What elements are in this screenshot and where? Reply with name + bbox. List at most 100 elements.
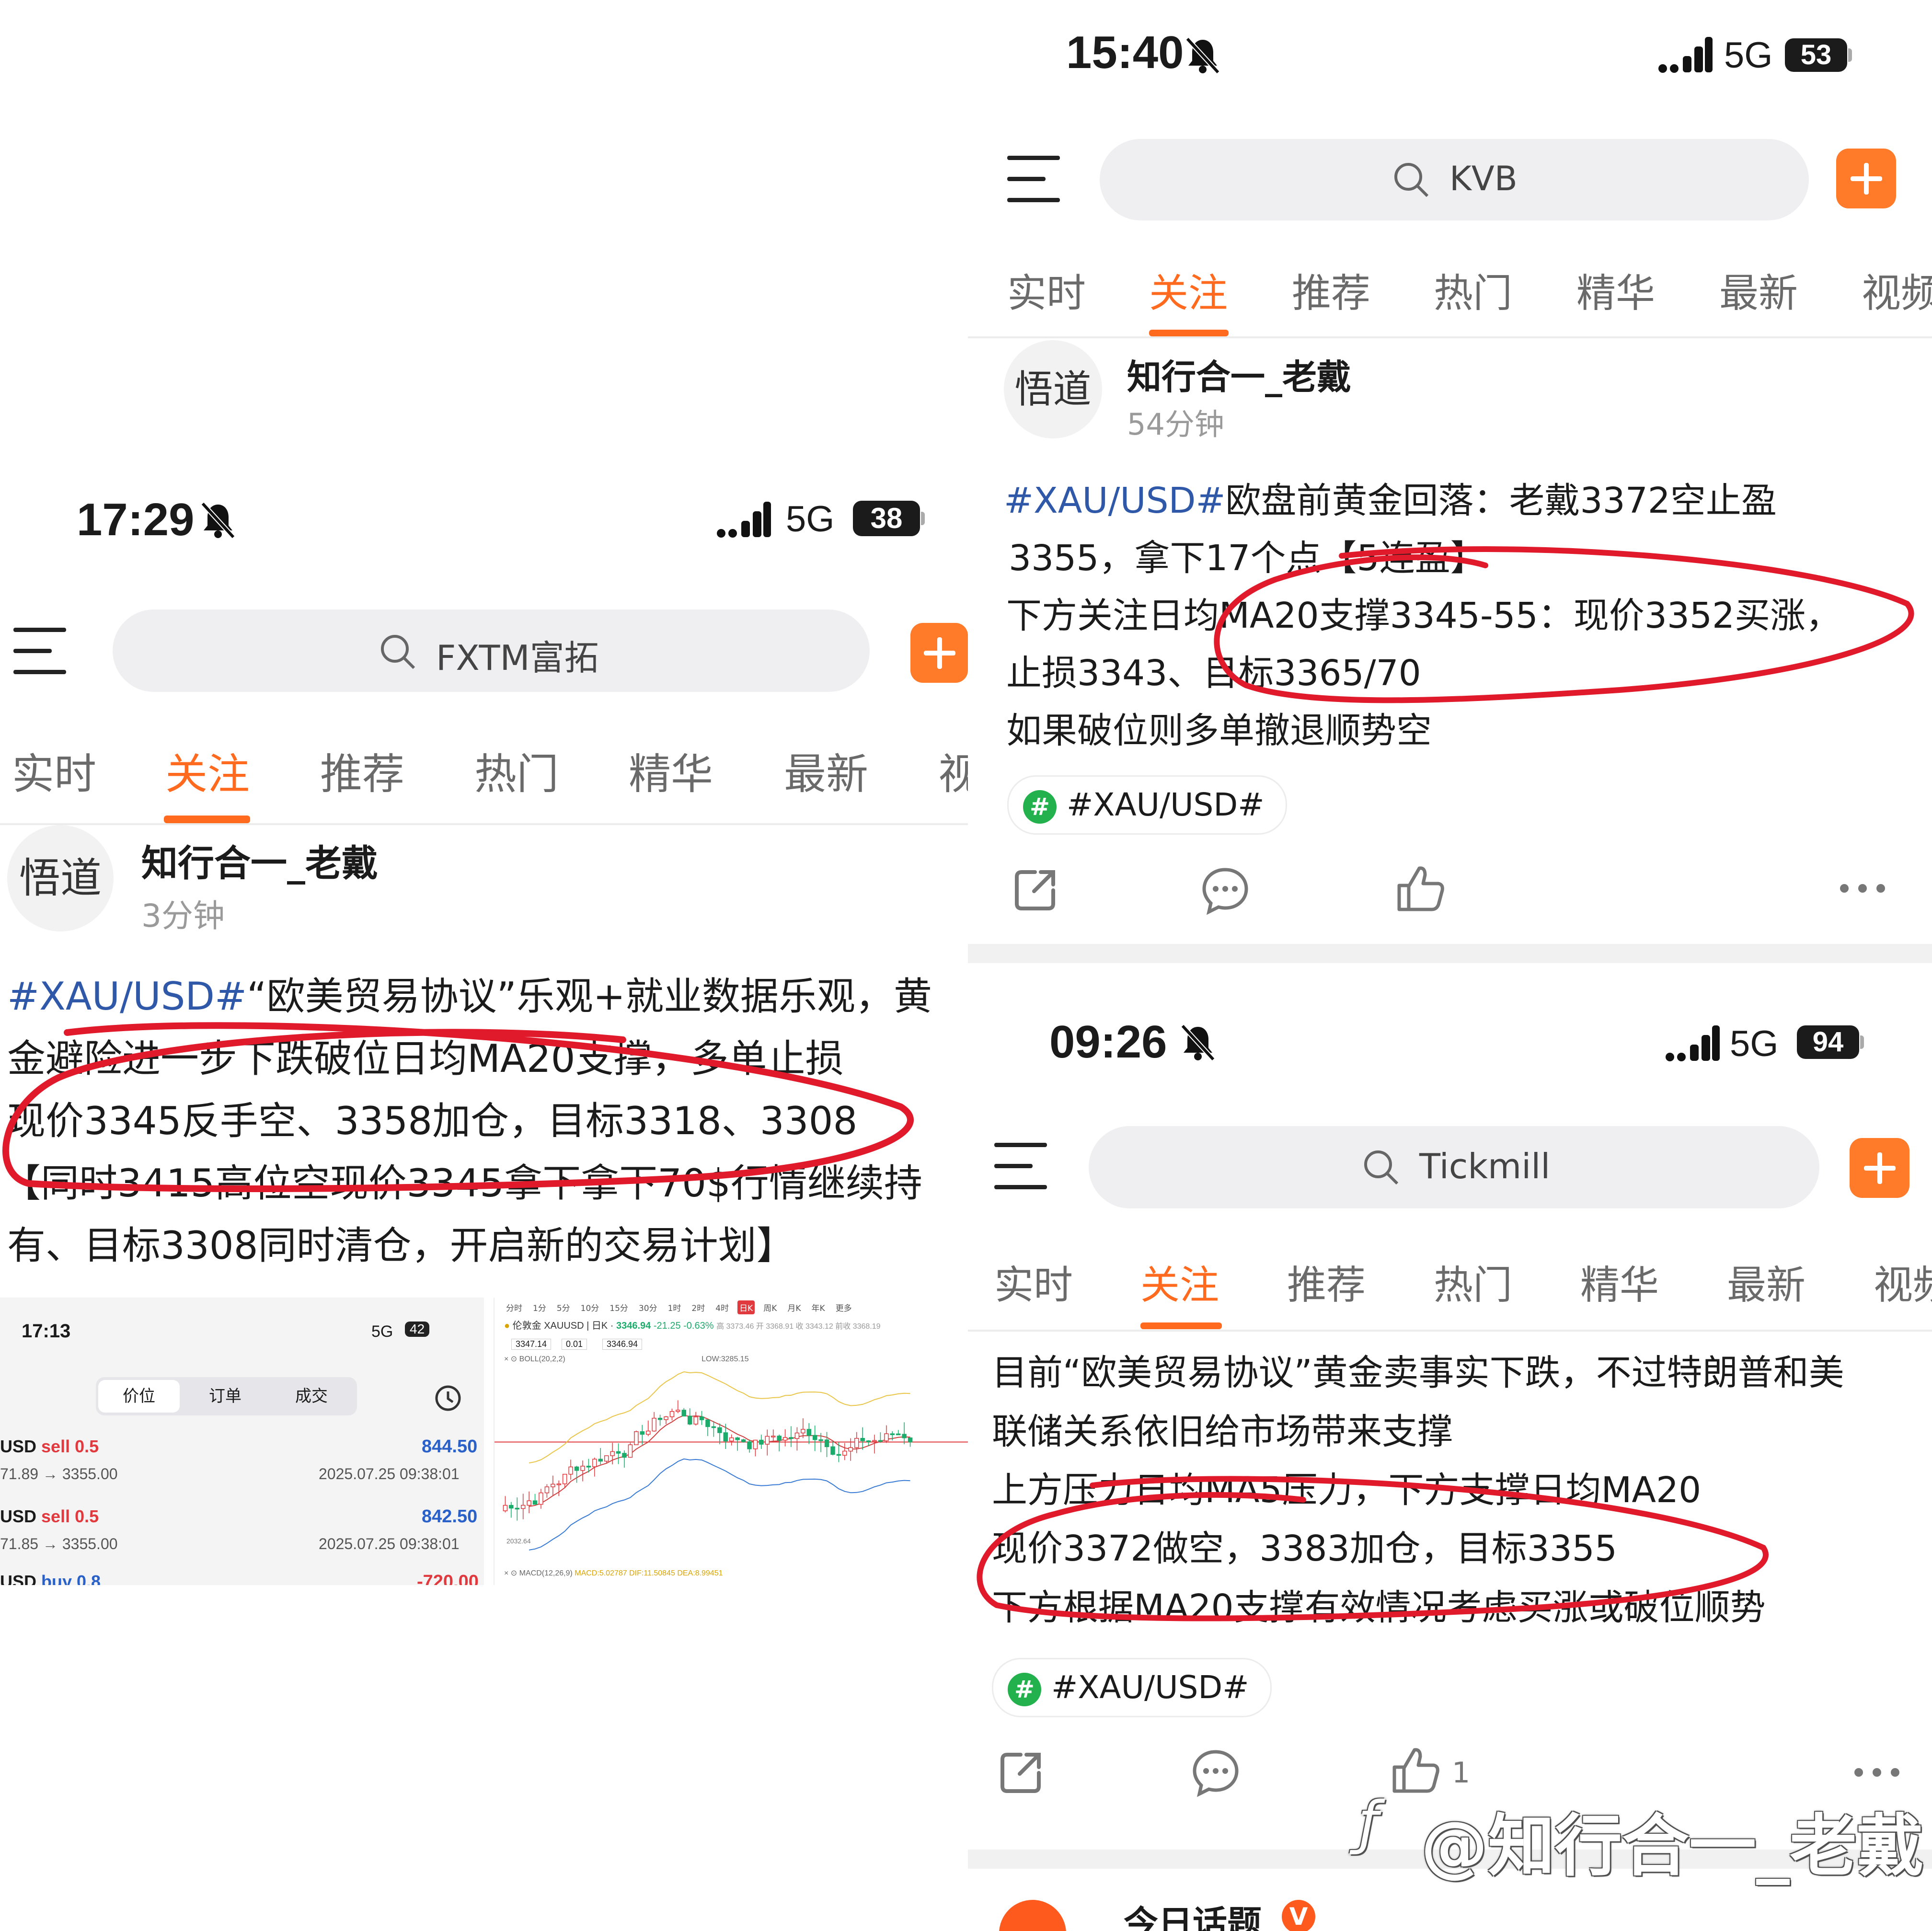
status-time: 17:29: [77, 494, 195, 545]
candle-body: [860, 1438, 865, 1441]
tab-realtime[interactable]: 实时: [994, 1253, 1073, 1310]
topic-tag[interactable]: # #XAU/USD#: [992, 1658, 1272, 1717]
menu-icon[interactable]: [13, 628, 66, 676]
watermark-text: @知行合一_老戴: [1421, 1807, 1924, 1885]
chart-input-1[interactable]: 3347.14: [511, 1339, 552, 1350]
author-name[interactable]: 知行合一_老戴: [1127, 349, 1351, 399]
order-1-time: 2025.07.25 09:38:01: [319, 1465, 460, 1483]
like-icon[interactable]: [1394, 862, 1447, 915]
tab-latest[interactable]: 最新: [1719, 261, 1798, 318]
candle-body: [580, 1466, 585, 1471]
red-annotation-ellipse: [1214, 546, 1914, 703]
timeframe-1[interactable]: 1分: [531, 1300, 548, 1314]
timeframe-5[interactable]: 30分: [637, 1300, 659, 1314]
post-time: 54分钟: [1127, 407, 1224, 442]
search-bar[interactable]: FXTM富拓: [113, 609, 870, 692]
add-button[interactable]: [1850, 1138, 1909, 1198]
like-icon[interactable]: [1390, 1744, 1442, 1797]
timeframe-6[interactable]: 1时: [666, 1300, 683, 1314]
topic-tag[interactable]: # #XAU/USD#: [1007, 775, 1287, 835]
candle-body: [574, 1466, 579, 1471]
candle-body: [872, 1440, 877, 1442]
tab-following[interactable]: 关注: [165, 740, 250, 801]
timeframe-2[interactable]: 5分: [555, 1300, 572, 1314]
timeframe-8[interactable]: 4时: [713, 1300, 731, 1314]
menu-icon[interactable]: [994, 1143, 1047, 1191]
network-label: 5G: [786, 499, 835, 540]
clock-icon[interactable]: [434, 1384, 462, 1413]
candlestick-chart[interactable]: [494, 1365, 968, 1556]
order-3-amount: -720.00: [417, 1572, 479, 1585]
timeframe-11[interactable]: 月K: [785, 1300, 803, 1314]
candle-body: [878, 1440, 883, 1442]
author-avatar[interactable]: 悟道: [7, 825, 114, 931]
embedded-chart-screenshot[interactable]: 分时 1分 5分 10分 15分 30分 1时 2时 4时 日K 周K 月K 年K 更多 ● 伦敦金 XA…: [494, 1298, 968, 1585]
timeframe-9[interactable]: 日K: [737, 1300, 755, 1314]
candle-body: [634, 1431, 639, 1445]
signal-icon: [717, 502, 771, 538]
panel-separator: [968, 944, 1932, 963]
candle-body: [515, 1507, 520, 1510]
embedded-trade-screenshot[interactable]: 17:13 5G 42 价位 订单 成交 USD sell 0.5 844.50…: [0, 1298, 484, 1585]
tab-recommended[interactable]: 推荐: [1287, 1253, 1366, 1310]
post-hashtag[interactable]: #XAU/USD#: [1004, 480, 1226, 521]
timeframe-0[interactable]: 分时: [504, 1300, 524, 1314]
tab-recommended[interactable]: 推荐: [1292, 261, 1370, 318]
timeframe-10[interactable]: 周K: [761, 1300, 779, 1314]
tab-video[interactable]: 视: [938, 740, 968, 801]
tab-video[interactable]: 视频: [1874, 1253, 1932, 1310]
tab-recommended[interactable]: 推荐: [320, 740, 404, 801]
candle-body: [890, 1433, 895, 1435]
tab-hot[interactable]: 热门: [1434, 261, 1512, 318]
share-icon[interactable]: [997, 1749, 1045, 1797]
tab-video[interactable]: 视频: [1862, 261, 1932, 318]
tab-latest[interactable]: 最新: [1727, 1253, 1806, 1310]
mini-tab-deals[interactable]: 成交: [276, 1380, 347, 1413]
author-name[interactable]: 知行合一_老戴: [141, 834, 378, 886]
topic-avatar[interactable]: [999, 1900, 1066, 1931]
tab-featured[interactable]: 精华: [629, 740, 713, 801]
timeframe-13[interactable]: 更多: [834, 1300, 854, 1314]
next-item-title[interactable]: 今日话题: [1124, 1895, 1262, 1931]
tab-following[interactable]: 关注: [1140, 1253, 1219, 1310]
like-count: 1: [1452, 1756, 1471, 1790]
tab-featured[interactable]: 精华: [1576, 261, 1655, 318]
mini-tab-price[interactable]: 价位: [98, 1380, 180, 1413]
chart-input-2[interactable]: 0.01: [562, 1339, 587, 1350]
tab-following[interactable]: 关注: [1149, 261, 1228, 318]
weibo-logo-icon: ƒ: [1358, 1790, 1379, 1856]
tab-hot[interactable]: 热门: [1434, 1253, 1512, 1310]
tab-featured[interactable]: 精华: [1580, 1253, 1659, 1310]
candle-body: [604, 1455, 609, 1462]
share-icon[interactable]: [1011, 866, 1059, 914]
timeframe-7[interactable]: 2时: [690, 1300, 707, 1314]
comment-icon[interactable]: [1191, 1747, 1241, 1797]
chart-input-3[interactable]: 3346.94: [602, 1339, 643, 1350]
add-button[interactable]: [910, 623, 968, 683]
author-avatar[interactable]: 悟道: [1004, 340, 1102, 438]
candle-body: [509, 1505, 514, 1509]
tab-realtime[interactable]: 实时: [12, 740, 96, 801]
candle-body: [818, 1439, 823, 1441]
tab-hot[interactable]: 热门: [474, 740, 559, 801]
candle-body: [539, 1492, 543, 1505]
timeframe-3[interactable]: 10分: [579, 1300, 601, 1314]
add-button[interactable]: [1836, 149, 1896, 208]
candle-body: [842, 1450, 847, 1456]
search-bar[interactable]: KVB: [1100, 139, 1809, 220]
mini-tab-orders[interactable]: 订单: [189, 1380, 261, 1413]
more-icon[interactable]: [1840, 884, 1888, 894]
network-label: 5G: [1730, 1023, 1779, 1064]
comment-icon[interactable]: [1200, 865, 1251, 915]
search-bar[interactable]: Tickmill: [1089, 1126, 1819, 1208]
candle-body: [896, 1433, 901, 1436]
timeframe-12[interactable]: 年K: [810, 1300, 827, 1314]
more-icon[interactable]: [1854, 1768, 1902, 1778]
order-3-symbol: USD buy 0.8: [0, 1572, 101, 1585]
menu-icon[interactable]: [1007, 156, 1060, 204]
candle-body: [723, 1432, 728, 1442]
tab-realtime[interactable]: 实时: [1007, 261, 1086, 318]
timeframe-4[interactable]: 15分: [608, 1300, 630, 1314]
active-tab-underline: [1149, 330, 1229, 336]
tab-latest[interactable]: 最新: [784, 740, 868, 801]
